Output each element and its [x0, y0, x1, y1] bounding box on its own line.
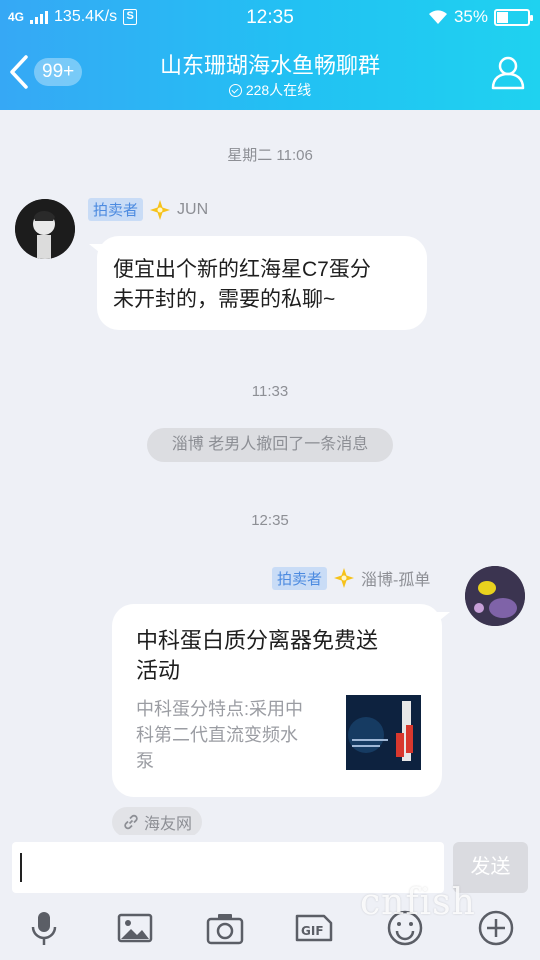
text-caret	[20, 853, 22, 882]
star-icon	[150, 199, 171, 220]
source-link[interactable]: 海友网	[112, 807, 203, 837]
message-bubble[interactable]: 便宜出个新的红海星C7蛋分 未开封的，需要的私聊~	[97, 236, 427, 330]
chat-header: 4G 135.4K/s S 12:35 35% 99+ 山东珊瑚海水鱼畅聊群 2…	[0, 0, 540, 110]
group-title[interactable]: 山东珊瑚海水鱼畅聊群	[0, 48, 540, 80]
battery-percent: 35%	[453, 7, 488, 26]
gif-icon: GIF	[295, 914, 333, 942]
role-tag: 拍卖者	[88, 198, 144, 221]
card-thumbnail	[346, 695, 421, 770]
timestamp: 12:35	[251, 512, 289, 529]
wifi-icon	[428, 10, 447, 24]
message-line: 便宜出个新的红海星C7蛋分	[113, 258, 371, 281]
mic-icon	[31, 912, 57, 945]
watermark: cnfish	[360, 882, 476, 923]
mic-button[interactable]	[24, 908, 64, 948]
timestamp: 11:33	[251, 383, 289, 400]
link-card[interactable]: 中科蛋白质分离器免费送 活动 中科蛋分特点:采用中 科第二代直流变频水 泵	[112, 604, 442, 797]
sender-line: 拍卖者 JUN	[88, 198, 208, 221]
battery-icon	[494, 8, 533, 26]
sender-line: 拍卖者 淄博-孤单	[272, 566, 430, 590]
online-count: 228人在线	[0, 80, 540, 100]
title-bar: 99+ 山东珊瑚海水鱼畅聊群 228人在线	[0, 36, 540, 110]
sender-name: 淄博-孤单	[361, 572, 431, 589]
chat-area[interactable]: 星期二 11:06 拍卖者 JUN 便宜出个新的红海星C7蛋分 未开封的，需要的…	[0, 110, 540, 840]
more-button[interactable]	[476, 908, 516, 948]
source-name: 海友网	[144, 816, 193, 833]
camera-button[interactable]	[205, 908, 245, 948]
avatar-zibo[interactable]	[465, 566, 525, 626]
camera-icon	[206, 914, 244, 945]
group-members-button[interactable]	[490, 54, 526, 90]
recall-notice: 淄博 老男人撤回了一条消息	[147, 428, 393, 462]
role-tag: 拍卖者	[272, 566, 328, 590]
plus-icon	[478, 910, 514, 946]
card-title: 中科蛋白质分离器免费送 活动	[136, 628, 379, 683]
status-bar: 4G 135.4K/s S 12:35 35%	[0, 0, 540, 36]
image-icon	[117, 913, 153, 943]
avatar-jun[interactable]	[15, 199, 75, 259]
svg-text:GIF: GIF	[301, 924, 324, 938]
person-icon	[491, 56, 525, 90]
image-button[interactable]	[115, 908, 155, 948]
timestamp: 星期二 11:06	[227, 147, 313, 164]
online-count-text: 228人在线	[245, 82, 312, 98]
message-line: 未开封的，需要的私聊~	[113, 288, 336, 311]
sender-name: JUN	[177, 200, 209, 218]
card-description: 中科蛋分特点:采用中 科第二代直流变频水 泵	[136, 699, 304, 771]
check-circle-icon	[228, 83, 242, 97]
link-icon	[124, 814, 138, 830]
gif-button[interactable]: GIF	[294, 908, 334, 948]
star-icon	[334, 568, 355, 588]
